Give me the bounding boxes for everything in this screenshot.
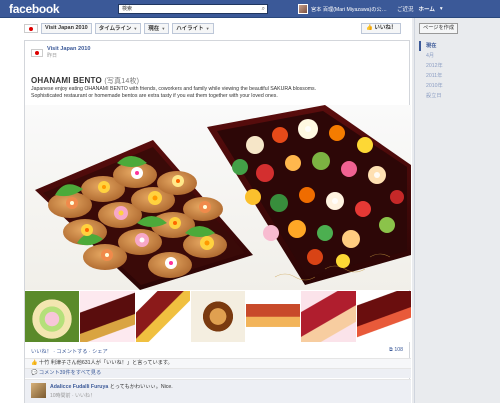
- likes-summary[interactable]: 👍 十竹 利津子さん他631人が「いいね！」と言っています。: [25, 358, 411, 368]
- highlight-label: ハイライト: [176, 26, 204, 32]
- share-count[interactable]: ⧉ 108: [389, 347, 403, 354]
- top-navigation-bar: facebook 検索 ⌕ 宮本 百理(Mari Miyazawa)の公… ご近…: [0, 0, 500, 18]
- year-item-founded[interactable]: 設立日: [419, 91, 489, 101]
- comment-meta[interactable]: 10時間前 · いいね！: [50, 392, 95, 399]
- share-icon: ⧉: [389, 347, 393, 353]
- photo-thumbnail[interactable]: [301, 291, 356, 342]
- comment-body: とってもかわいぃぃ。Nice.: [109, 384, 173, 390]
- page-header-bar: Visit Japan 2010 タイムライン ▼ 現在 ▼ ハイライト ▼: [24, 22, 214, 35]
- now-label: 現在: [148, 26, 160, 32]
- comment-icon: 💬: [31, 370, 38, 376]
- post-description: Japanese enjoy eating OHANAMI BENTO with…: [31, 86, 317, 99]
- avatar[interactable]: [31, 383, 46, 398]
- photo-thumbnail[interactable]: [190, 291, 246, 342]
- year-item-2012[interactable]: 2012年: [419, 61, 489, 71]
- timeline-label: タイムライン: [98, 26, 132, 32]
- like-thumb-icon: 👍: [366, 25, 373, 31]
- post-timestamp[interactable]: 昨日: [47, 53, 90, 60]
- column-divider: [414, 18, 415, 403]
- like-page-button[interactable]: 👍 いいね！: [361, 23, 402, 34]
- photo-thumbnail[interactable]: [25, 291, 80, 342]
- poster-name[interactable]: Visit Japan 2010: [47, 46, 90, 53]
- post-actions[interactable]: いいね！ · コメントする · シェア: [31, 348, 108, 355]
- poster-avatar-icon[interactable]: [31, 49, 43, 57]
- page-logo-icon: [24, 24, 38, 33]
- highlight-dropdown[interactable]: ハイライト ▼: [172, 23, 214, 34]
- timeline-year-nav: 現在 4月 2012年 2011年 2010年 設立日: [419, 41, 489, 101]
- main-photo[interactable]: [25, 105, 411, 290]
- top-link-find-friends[interactable]: ご近況: [397, 5, 414, 13]
- year-item-april[interactable]: 4月: [419, 51, 489, 61]
- page-name-button[interactable]: Visit Japan 2010: [41, 23, 92, 34]
- search-input[interactable]: 検索 ⌕: [118, 4, 268, 14]
- comment-item: Adalicce Fudalli Furuya とってもかわいぃぃ。Nice. …: [25, 379, 411, 403]
- photo-thumbnail[interactable]: [135, 291, 190, 342]
- share-count-value: 108: [394, 347, 403, 353]
- top-link-home[interactable]: ホーム: [419, 5, 435, 13]
- chevron-down-icon: ▼: [161, 26, 166, 31]
- likes-text: 十竹 利津子さん他631人が「いいね！」と言っています。: [38, 360, 173, 366]
- post-header: Visit Japan 2010 昨日: [31, 46, 90, 64]
- year-item-2011[interactable]: 2011年: [419, 71, 489, 81]
- year-item-2010[interactable]: 2010年: [419, 81, 489, 91]
- photo-thumbnail[interactable]: [246, 291, 301, 342]
- year-item-now[interactable]: 現在: [419, 41, 489, 51]
- photo-thumbnail-strip: [25, 291, 411, 342]
- top-links: ご近況 ホーム ▾: [397, 3, 443, 15]
- post-card: Visit Japan 2010 昨日 OHANAMI BENTO (写真14枚…: [24, 40, 411, 403]
- chevron-down-icon: ▼: [133, 26, 138, 31]
- view-all-comments-text: コメント39件をすべて見る: [38, 370, 102, 376]
- facebook-logo[interactable]: facebook: [9, 2, 60, 16]
- comment-text: Adalicce Fudalli Furuya とってもかわいぃぃ。Nice.: [50, 384, 173, 391]
- comment-author[interactable]: Adalicce Fudalli Furuya: [50, 384, 108, 390]
- now-dropdown[interactable]: 現在 ▼: [144, 23, 170, 34]
- photo-thumbnail[interactable]: [356, 291, 411, 342]
- timeline-dropdown[interactable]: タイムライン ▼: [94, 23, 142, 34]
- chevron-down-icon: ▼: [205, 26, 210, 31]
- profile-name: 宮本 百理(Mari Miyazawa)の公…: [311, 6, 387, 13]
- view-all-comments-link[interactable]: 💬 コメント39件をすべて見る: [25, 368, 411, 378]
- like-page-label: いいね！: [374, 25, 397, 31]
- photo-count: (写真14枚): [104, 78, 140, 85]
- album-title[interactable]: OHANAMI BENTO (写真14枚): [31, 76, 139, 86]
- create-page-button[interactable]: ページを作成: [419, 23, 459, 34]
- search-icon[interactable]: ⌕: [262, 5, 265, 13]
- settings-dropdown-icon[interactable]: ▾: [440, 6, 443, 12]
- profile-link[interactable]: 宮本 百理(Mari Miyazawa)の公…: [298, 3, 387, 15]
- search-input-text: 検索: [122, 6, 133, 12]
- photo-thumbnail[interactable]: [80, 291, 135, 342]
- bento-photo-image: [35, 105, 411, 290]
- like-thumb-icon: 👍: [31, 360, 38, 366]
- album-title-text: OHANAMI BENTO: [31, 76, 102, 85]
- avatar: [298, 4, 308, 14]
